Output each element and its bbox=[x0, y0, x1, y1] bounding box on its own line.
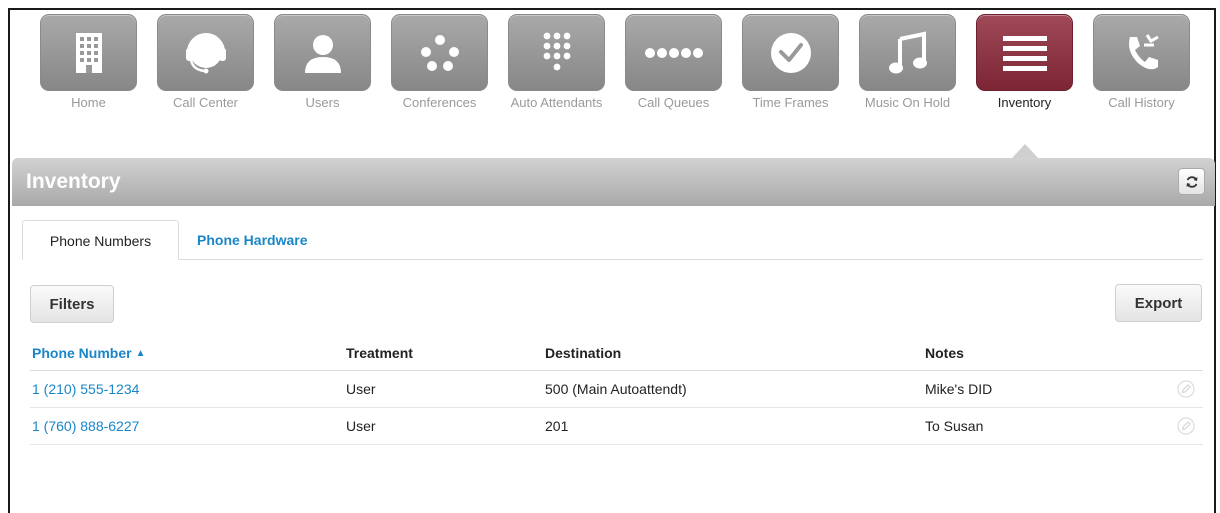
sort-ascending-icon: ▲ bbox=[135, 347, 146, 359]
column-header-destination: Destination bbox=[545, 345, 622, 361]
nav-item-music-on-hold[interactable]: Music On Hold bbox=[849, 14, 966, 111]
phone-history-icon bbox=[1128, 33, 1159, 69]
phone-number-link[interactable]: 1 (210) 555-1234 bbox=[32, 381, 139, 397]
nav-item-auto-attendants[interactable]: Auto Attendants bbox=[498, 14, 615, 111]
phone-number-header-label[interactable]: Phone Number bbox=[32, 345, 132, 361]
phone-number-link[interactable]: 1 (760) 888-6227 bbox=[32, 418, 139, 434]
page-title: Inventory bbox=[26, 170, 121, 193]
export-button[interactable]: Export bbox=[1115, 284, 1202, 322]
user-icon bbox=[304, 34, 341, 73]
keypad-icon bbox=[543, 32, 570, 70]
destination-cell: 201 bbox=[545, 418, 569, 434]
table-row: 1 (210) 555-1234 User 500 (Main Autoatte… bbox=[30, 371, 1203, 408]
nav-label: Users bbox=[305, 95, 340, 110]
nav-item-inventory[interactable]: Inventory bbox=[966, 14, 1083, 111]
nav-label: Call Center bbox=[172, 95, 239, 110]
phone-numbers-table: Phone Number ▲ Treatment Destination Not… bbox=[30, 336, 1203, 445]
clock-icon bbox=[770, 32, 811, 73]
column-header-treatment: Treatment bbox=[346, 345, 413, 361]
tab-phone-numbers[interactable]: Phone Numbers bbox=[22, 220, 179, 260]
section-header: Inventory bbox=[12, 158, 1215, 206]
nav-label: Inventory bbox=[997, 95, 1052, 110]
nav-item-call-history[interactable]: Call History bbox=[1083, 14, 1200, 111]
nav-label: Conferences bbox=[402, 95, 477, 110]
nav-label: Call Queues bbox=[637, 95, 710, 110]
treatment-cell: User bbox=[346, 418, 376, 434]
headset-icon bbox=[185, 32, 226, 73]
queue-dots-icon bbox=[644, 47, 703, 58]
nav-label: Music On Hold bbox=[864, 95, 951, 110]
destination-cell: 500 (Main Autoattendt) bbox=[545, 381, 687, 397]
table-row: 1 (760) 888-6227 User 201 To Susan bbox=[30, 408, 1203, 445]
main-nav: Home Call Center Users Conferences Auto … bbox=[30, 14, 1200, 111]
nav-label: Home bbox=[71, 95, 106, 110]
list-icon bbox=[1002, 35, 1047, 71]
nav-item-conferences[interactable]: Conferences bbox=[381, 14, 498, 111]
building-icon bbox=[75, 32, 102, 73]
refresh-icon bbox=[1186, 175, 1197, 188]
nav-item-time-frames[interactable]: Time Frames bbox=[732, 14, 849, 111]
notes-cell: To Susan bbox=[925, 418, 984, 434]
nav-item-call-center[interactable]: Call Center bbox=[147, 14, 264, 111]
active-nav-pointer bbox=[1012, 144, 1038, 158]
notes-cell: Mike's DID bbox=[925, 381, 993, 397]
conference-dots-icon bbox=[420, 34, 459, 71]
column-header-notes: Notes bbox=[925, 345, 964, 361]
inventory-tabs: Phone Numbers Phone Hardware bbox=[22, 220, 1203, 260]
table-header-row: Phone Number ▲ Treatment Destination Not… bbox=[30, 336, 1203, 371]
music-note-icon bbox=[888, 31, 927, 73]
nav-item-users[interactable]: Users bbox=[264, 14, 381, 111]
edit-icon[interactable] bbox=[1177, 417, 1195, 435]
nav-item-call-queues[interactable]: Call Queues bbox=[615, 14, 732, 111]
treatment-cell: User bbox=[346, 381, 376, 397]
nav-label: Call History bbox=[1108, 95, 1175, 110]
nav-label: Auto Attendants bbox=[510, 95, 603, 110]
filters-button[interactable]: Filters bbox=[30, 285, 114, 323]
edit-icon[interactable] bbox=[1177, 380, 1195, 398]
nav-label: Time Frames bbox=[752, 95, 829, 110]
refresh-button[interactable] bbox=[1178, 168, 1205, 195]
nav-item-home[interactable]: Home bbox=[30, 14, 147, 111]
tab-phone-hardware[interactable]: Phone Hardware bbox=[197, 220, 307, 260]
column-header-phone-number[interactable]: Phone Number ▲ bbox=[32, 336, 145, 370]
